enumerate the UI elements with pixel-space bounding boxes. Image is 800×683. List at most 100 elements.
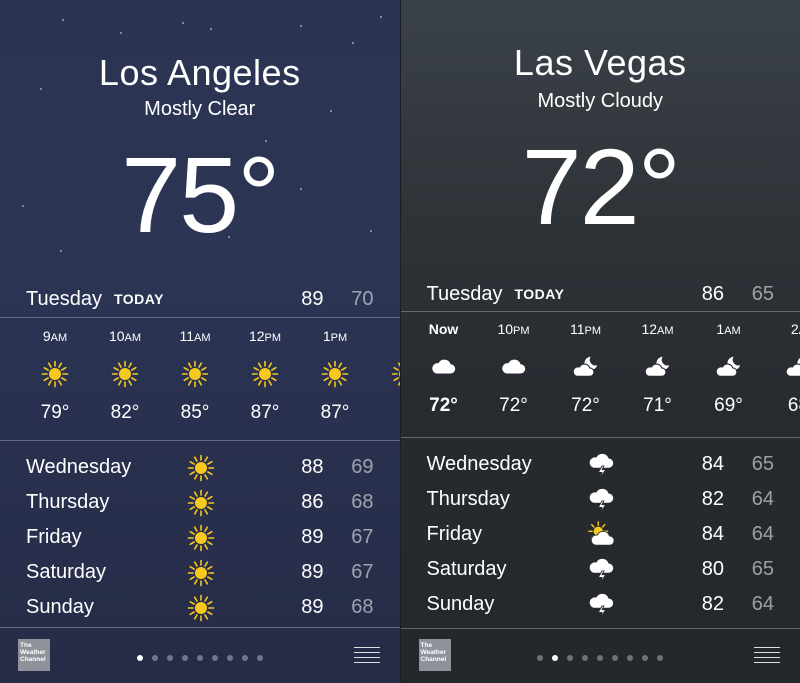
hourly-item: 2 8 [375, 318, 400, 424]
page-dot[interactable] [211, 655, 218, 661]
page-dot[interactable] [136, 655, 143, 661]
hour-label: 9AM [42, 328, 68, 344]
page-dot[interactable] [582, 655, 589, 661]
page-dot[interactable] [241, 655, 248, 661]
sun-icon [165, 354, 225, 394]
daily-day: Friday [426, 523, 483, 545]
page-dot[interactable] [181, 655, 188, 661]
current-temperature: 75° [121, 134, 280, 255]
today-tag: TODAY [113, 291, 164, 307]
daily-high: 80 [701, 558, 724, 580]
hour-temperature: 87° [250, 402, 280, 423]
hourly-item: 1AM 69° [699, 311, 759, 417]
page-dot[interactable] [642, 655, 649, 661]
hour-label: 10AM [108, 328, 142, 344]
daily-day: Thursday [26, 491, 110, 513]
page-dot[interactable] [537, 655, 544, 661]
hour-label: 10PM [497, 321, 530, 337]
daily-high: 82 [701, 593, 724, 615]
hour-label: 11PM [569, 321, 602, 337]
page-dot[interactable] [612, 655, 619, 661]
today-day: Tuesday [426, 282, 503, 305]
daily-row: Saturday 89 67 [0, 555, 400, 590]
daily-high: 88 [301, 456, 324, 478]
daily-high: 89 [301, 561, 324, 583]
page-dot[interactable] [256, 655, 263, 661]
sun-icon [187, 524, 215, 552]
hour-temperature: 72° [571, 395, 600, 416]
city-name: Los Angeles [98, 52, 301, 93]
daily-day: Sunday [426, 593, 495, 615]
hour-label: 12PM [248, 328, 282, 344]
page-dot[interactable] [657, 655, 664, 661]
page-dot[interactable] [552, 655, 559, 661]
page-dot[interactable] [151, 655, 158, 661]
hour-label: 12AM [641, 321, 674, 337]
daily-low: 64 [751, 523, 774, 545]
hourly-item: 11AM 85° [165, 318, 225, 424]
daily-forecast: Wednesday 84 65 Thursday 82 64 Friday 84… [401, 447, 800, 622]
sun-icon [375, 354, 400, 394]
daily-high: 84 [701, 453, 724, 475]
hour-temperature: 8 [375, 402, 400, 424]
condition-text: Mostly Clear [144, 98, 256, 120]
page-dot[interactable] [196, 655, 203, 661]
daily-day: Wednesday [426, 453, 532, 475]
list-icon[interactable] [353, 647, 380, 663]
panel-los-angeles[interactable]: Los Angeles Mostly Clear 75° Tuesday TODAY… [0, 0, 400, 683]
hour-label: 11AM [179, 328, 211, 344]
page-dot[interactable] [597, 655, 604, 661]
hourly-item: 12PM 87° [235, 318, 295, 424]
daily-day: Friday [26, 526, 82, 548]
today-day: Tuesday [26, 287, 102, 310]
page-dot[interactable] [627, 655, 634, 661]
daily-low: 67 [351, 561, 374, 583]
sun-icon [305, 354, 365, 394]
hourly-item: 9AM 79° [25, 318, 85, 424]
daily-high: 82 [701, 488, 724, 510]
page-dot[interactable] [166, 655, 173, 661]
daily-row: Thursday 86 68 [0, 485, 400, 520]
page-indicator[interactable] [401, 655, 800, 661]
daily-low: 67 [351, 526, 374, 548]
daily-row: Friday 84 64 [401, 517, 800, 552]
daily-day: Wednesday [26, 456, 132, 478]
hour-temperature: 87° [320, 402, 350, 423]
partly-cloudy-night-icon [556, 347, 616, 387]
hour-label: Now [428, 321, 459, 337]
daily-high: 89 [301, 596, 324, 618]
daily-low: 69 [351, 456, 374, 478]
sun-icon [235, 354, 295, 394]
list-icon[interactable] [754, 647, 780, 663]
today-high: 89 [301, 287, 324, 310]
partly-cloudy-night-icon [628, 347, 688, 387]
hourly-item: 10PM 72° [484, 311, 544, 417]
daily-low: 64 [751, 488, 774, 510]
hourly-item: 12AM 71° [628, 311, 688, 417]
footer-bar: The Weather Channel [0, 627, 400, 683]
hourly-item: 1PM 87° [305, 318, 365, 424]
condition-text: Mostly Cloudy [537, 90, 664, 112]
panel-las-vegas[interactable]: Las Vegas Mostly Cloudy 72° Tuesday TODAY … [399, 0, 800, 683]
hourly-forecast[interactable]: Now 72° 10PM 72° 11PM 72° 12AM 71° 1AM 6… [401, 311, 800, 429]
page-dot[interactable] [567, 655, 574, 661]
hour-label: 1PM [322, 328, 348, 344]
daily-row: Friday 89 67 [0, 520, 400, 555]
today-low: 65 [751, 282, 774, 305]
hour-temperature: 82° [110, 402, 140, 423]
hourly-forecast[interactable]: 9AM 79° 10AM 82° 11AM 85° 12PM 87° 1PM 8… [0, 318, 400, 436]
hour-label: 2 [375, 328, 400, 344]
daily-high: 89 [301, 526, 324, 548]
today-summary: Tuesday TODAY 89 70 [26, 285, 374, 313]
partly-cloudy-night-icon [699, 347, 759, 387]
sun-icon [95, 354, 155, 394]
cloud-icon [484, 347, 544, 387]
hourly-item: 11PM 72° [556, 311, 616, 417]
daily-low: 65 [751, 453, 774, 475]
daily-row: Thursday 82 64 [401, 482, 800, 517]
page-indicator[interactable] [0, 655, 400, 661]
today-high: 86 [701, 282, 724, 305]
page-dot[interactable] [226, 655, 233, 661]
thunderstorm-icon [588, 591, 616, 619]
hour-temperature: 85° [180, 402, 210, 423]
